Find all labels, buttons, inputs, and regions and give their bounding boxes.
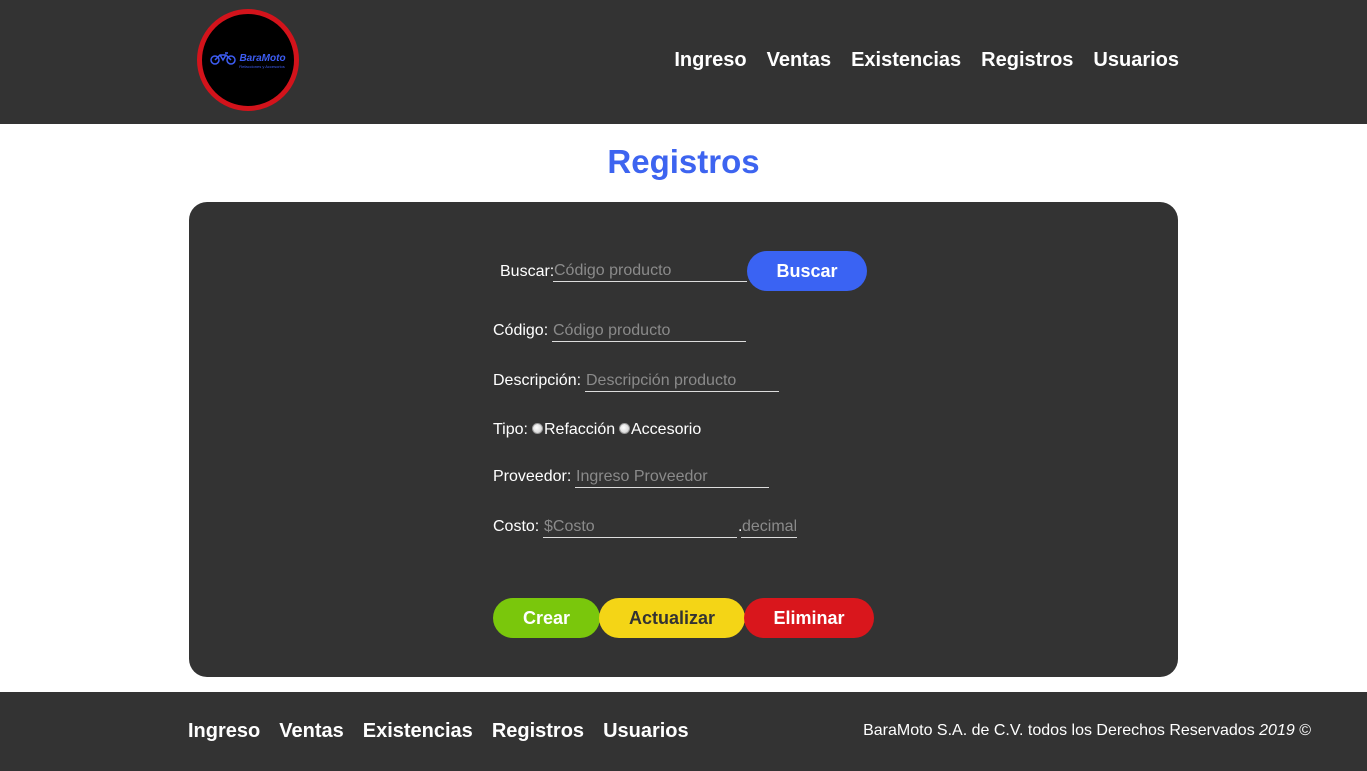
nav-existencias[interactable]: Existencias [851, 49, 961, 72]
brand-logo[interactable]: BaraMoto Refacciones y Accesorios [197, 9, 299, 111]
cost-input[interactable] [543, 516, 737, 538]
footer-nav-ingreso[interactable]: Ingreso [188, 720, 260, 743]
main-nav: Ingreso Ventas Existencias Registros Usu… [674, 49, 1179, 72]
registro-form-panel: Buscar: Buscar Código: Descripción: Tipo… [189, 202, 1178, 677]
update-button[interactable]: Actualizar [599, 598, 745, 638]
radio-refaccion-label: Refacción [544, 421, 616, 438]
brand-name: BaraMoto [239, 52, 286, 64]
type-label: Tipo: [493, 421, 528, 438]
radio-accesorio[interactable] [619, 423, 630, 434]
footer-nav: Ingreso Ventas Existencias Registros Usu… [188, 720, 689, 743]
copyright-text: BaraMoto S.A. de C.V. todos los Derechos… [863, 722, 1255, 739]
brand-tagline: Refacciones y Accesorios [239, 64, 285, 69]
nav-ventas[interactable]: Ventas [767, 49, 831, 72]
nav-registros[interactable]: Registros [981, 49, 1073, 72]
code-input[interactable] [552, 320, 746, 342]
footer-nav-usuarios[interactable]: Usuarios [603, 720, 689, 743]
create-button[interactable]: Crear [493, 598, 600, 638]
footer-nav-registros[interactable]: Registros [492, 720, 584, 743]
radio-accesorio-label: Accesorio [631, 421, 702, 438]
supplier-label: Proveedor: [493, 468, 572, 485]
copyright-symbol: © [1299, 722, 1311, 739]
footer-nav-existencias[interactable]: Existencias [363, 720, 473, 743]
code-label: Código: [493, 322, 549, 339]
motorcycle-icon [210, 52, 237, 65]
search-input[interactable] [553, 260, 747, 282]
page-title: Registros [607, 143, 760, 180]
cost-decimal-input[interactable] [741, 516, 797, 538]
nav-ingreso[interactable]: Ingreso [674, 49, 746, 72]
header: BaraMoto Refacciones y Accesorios Ingres… [0, 0, 1367, 124]
search-button[interactable]: Buscar [747, 251, 867, 291]
delete-button[interactable]: Eliminar [744, 598, 874, 638]
radio-refaccion[interactable] [532, 423, 543, 434]
footer-nav-ventas[interactable]: Ventas [279, 720, 343, 743]
copyright-year: 2019 [1259, 722, 1295, 739]
description-input[interactable] [585, 370, 779, 392]
nav-usuarios[interactable]: Usuarios [1093, 49, 1179, 72]
supplier-input[interactable] [575, 466, 769, 488]
description-label: Descripción: [493, 372, 582, 389]
search-label: Buscar: [500, 263, 555, 280]
cost-label: Costo: [493, 518, 540, 535]
footer: Ingreso Ventas Existencias Registros Usu… [0, 692, 1367, 771]
copyright: BaraMoto S.A. de C.V. todos los Derechos… [863, 722, 1311, 740]
